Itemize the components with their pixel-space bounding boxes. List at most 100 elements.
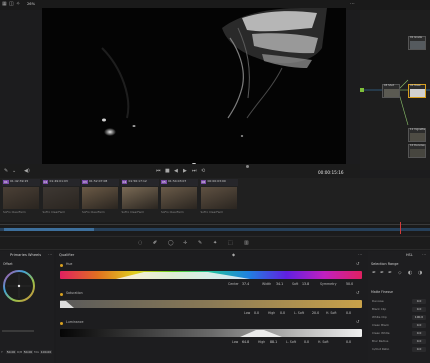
wheel-y-value[interactable]: 50.00 xyxy=(6,350,16,354)
panel-options-icon[interactable]: ⋯ xyxy=(48,253,52,257)
curves-icon[interactable]: ◌ xyxy=(138,241,142,246)
play-icon[interactable]: ▶ xyxy=(183,169,187,174)
viewer-options-icon[interactable]: ⋯ xyxy=(350,2,355,7)
luminance-reset-icon[interactable]: ↺ xyxy=(356,320,359,324)
skip-forward-icon[interactable]: ⏭ xyxy=(192,169,197,174)
clip-thumbnail[interactable]: 06 00:00:03:00 SoFro ClearFarm xyxy=(199,178,238,222)
saturation-range-bar[interactable] xyxy=(60,300,362,308)
luminance-hsoft-value[interactable]: 0.0 xyxy=(346,340,351,344)
timeline-ruler xyxy=(0,224,430,225)
viewer-frame[interactable] xyxy=(42,8,346,164)
matte-param-label: White Clip xyxy=(372,315,387,319)
matte-param-value[interactable]: 0.0 xyxy=(412,331,426,336)
luminance-lsoft-value[interactable]: 0.0 xyxy=(304,340,309,344)
node-thumbnail xyxy=(410,41,425,49)
offset-color-wheel[interactable] xyxy=(2,269,36,303)
saturation-high-value[interactable]: 0.0 xyxy=(280,311,285,315)
wheel-slider[interactable] xyxy=(2,330,34,332)
node-label: 01 Grade xyxy=(410,36,423,39)
invert-icon[interactable]: ◐ xyxy=(408,271,412,276)
node-shot[interactable]: 03 Shot xyxy=(382,84,400,98)
luminance-low-value[interactable]: 64.8 xyxy=(242,340,249,344)
highlight-toggle-icon[interactable]: ◑ xyxy=(418,271,422,276)
picker-icon[interactable]: ✒ xyxy=(372,271,376,276)
saturation-enable-toggle[interactable] xyxy=(60,293,63,296)
qualifier-mode[interactable]: HSL xyxy=(406,253,413,257)
node-mask[interactable]: 04 Mask xyxy=(408,84,426,98)
clip-thumbnail[interactable]: 01 01:42:39:15 SoFro ClearFarm xyxy=(2,178,40,222)
zoom-level[interactable]: 26% xyxy=(27,2,35,7)
node-label: 03 Shot xyxy=(384,84,395,87)
clip-thumbnail[interactable]: 04 01:56:17:12 SoFro ClearFarm xyxy=(120,178,159,222)
luminance-enable-toggle[interactable] xyxy=(60,322,63,325)
clip-thumbnail[interactable]: 05 01:54:03:07 SoFro ClearFarm xyxy=(160,178,198,222)
image-wipe-icon[interactable]: ▦ xyxy=(2,2,7,7)
tracker-icon[interactable]: ✛ xyxy=(183,241,187,246)
matte-finesse-row: Blur Radius 0.0 xyxy=(370,339,428,345)
saturation-lsoft-value[interactable]: 20.0 xyxy=(312,311,319,315)
wheel-rb-value[interactable]: 50.00 xyxy=(23,350,33,354)
matte-param-label: Black Clip xyxy=(372,307,387,311)
saturation-range-shape xyxy=(60,301,74,308)
clip-thumbnail[interactable]: 02 01:49:01:03 SoFro ClearFarm xyxy=(41,178,80,222)
hue-soft-value[interactable]: 13.8 xyxy=(302,282,309,286)
panel-title: Primaries Wheels xyxy=(10,253,42,257)
clip-thumbnail[interactable]: 03 01:52:07:08 SoFro ClearFarm xyxy=(81,178,119,222)
audio-icon[interactable]: ◀) xyxy=(24,169,30,174)
saturation-hsoft-value[interactable]: 0.0 xyxy=(346,311,351,315)
clip-thumbnails-strip: 01 01:42:39:15 SoFro ClearFarm 02 01:49:01:0… xyxy=(0,178,430,222)
loop-icon[interactable]: ⟲ xyxy=(201,169,205,174)
saturation-high-label: High xyxy=(268,311,276,315)
node-input-icon[interactable] xyxy=(360,88,364,92)
hue-symmetry-value[interactable]: 50.0 xyxy=(346,282,353,286)
chevron-down-icon[interactable]: ⌄ xyxy=(12,169,16,174)
node-label: 04 Mask xyxy=(410,84,421,87)
luminance-high-value[interactable]: 88.1 xyxy=(270,340,277,344)
matte-param-label: Blur Radius xyxy=(372,339,389,343)
pen-icon[interactable]: ✎ xyxy=(4,169,8,174)
panel-options-icon[interactable]: ⋯ xyxy=(422,253,426,257)
wheel-mix-value[interactable]: 100.00 xyxy=(40,350,52,354)
window-icon[interactable]: ◯ xyxy=(168,241,174,246)
skip-back-icon[interactable]: ⏮ xyxy=(156,169,161,174)
node-editor[interactable]: 01 Grade 03 Shot 04 Mask 11 Vignette 10 … xyxy=(360,10,430,170)
matte-finesse-row: Denoise 0.0 xyxy=(370,299,428,305)
hue-enable-toggle[interactable] xyxy=(60,264,63,267)
node-grade[interactable]: 01 Grade xyxy=(408,36,426,50)
matte-param-value[interactable]: 0.0 xyxy=(412,323,426,328)
qualifier-icon[interactable]: ✐ xyxy=(153,241,157,246)
node-denoise[interactable]: 10 Denoise xyxy=(408,144,426,158)
hue-range-bar[interactable] xyxy=(60,271,362,279)
hue-center-value[interactable]: 37.4 xyxy=(242,282,249,286)
node-vignette[interactable]: 11 Vignette xyxy=(408,128,426,142)
hue-reset-icon[interactable]: ↺ xyxy=(356,262,359,266)
stop-icon[interactable]: ■ xyxy=(165,169,170,174)
panel-options-icon[interactable]: ⋯ xyxy=(358,253,362,257)
split-screen-icon[interactable]: ◫ xyxy=(9,2,14,7)
matte-param-value[interactable]: 0.0 xyxy=(412,347,426,352)
mini-timeline[interactable] xyxy=(0,222,430,234)
clip-name: SoFro ClearFarm xyxy=(82,210,105,214)
matte-param-value[interactable]: 0.0 xyxy=(412,307,426,312)
play-reverse-icon[interactable]: ◀ xyxy=(174,169,178,174)
hue-range-shape xyxy=(116,272,250,279)
saturation-reset-icon[interactable]: ↺ xyxy=(356,291,359,295)
timeline-playhead[interactable] xyxy=(400,222,401,234)
hue-width-value[interactable]: 34.1 xyxy=(276,282,283,286)
matte-param-value[interactable]: 0.0 xyxy=(412,339,426,344)
qualifier-collapse-icon[interactable]: ◆ xyxy=(232,253,235,257)
luminance-range-bar[interactable] xyxy=(60,329,362,337)
magic-mask-icon[interactable]: ✎ xyxy=(198,241,202,246)
scrub-playhead[interactable] xyxy=(246,165,249,168)
saturation-low-value[interactable]: 0.0 xyxy=(254,311,259,315)
picker-minus-icon[interactable]: ✒ xyxy=(380,271,384,276)
feather-icon[interactable]: ⬦ xyxy=(398,271,402,276)
matte-param-value[interactable]: 100.0 xyxy=(412,315,426,320)
key-icon[interactable]: ⬚ xyxy=(228,241,233,246)
picker-plus-icon[interactable]: ✒ xyxy=(388,271,392,276)
matte-param-value[interactable]: 0.0 xyxy=(412,299,426,304)
saturation-label: Saturation xyxy=(66,291,83,295)
sizing-icon[interactable]: ▥ xyxy=(244,241,249,246)
blur-icon[interactable]: ✦ xyxy=(213,241,217,246)
highlight-icon[interactable]: ✧ xyxy=(16,2,20,7)
